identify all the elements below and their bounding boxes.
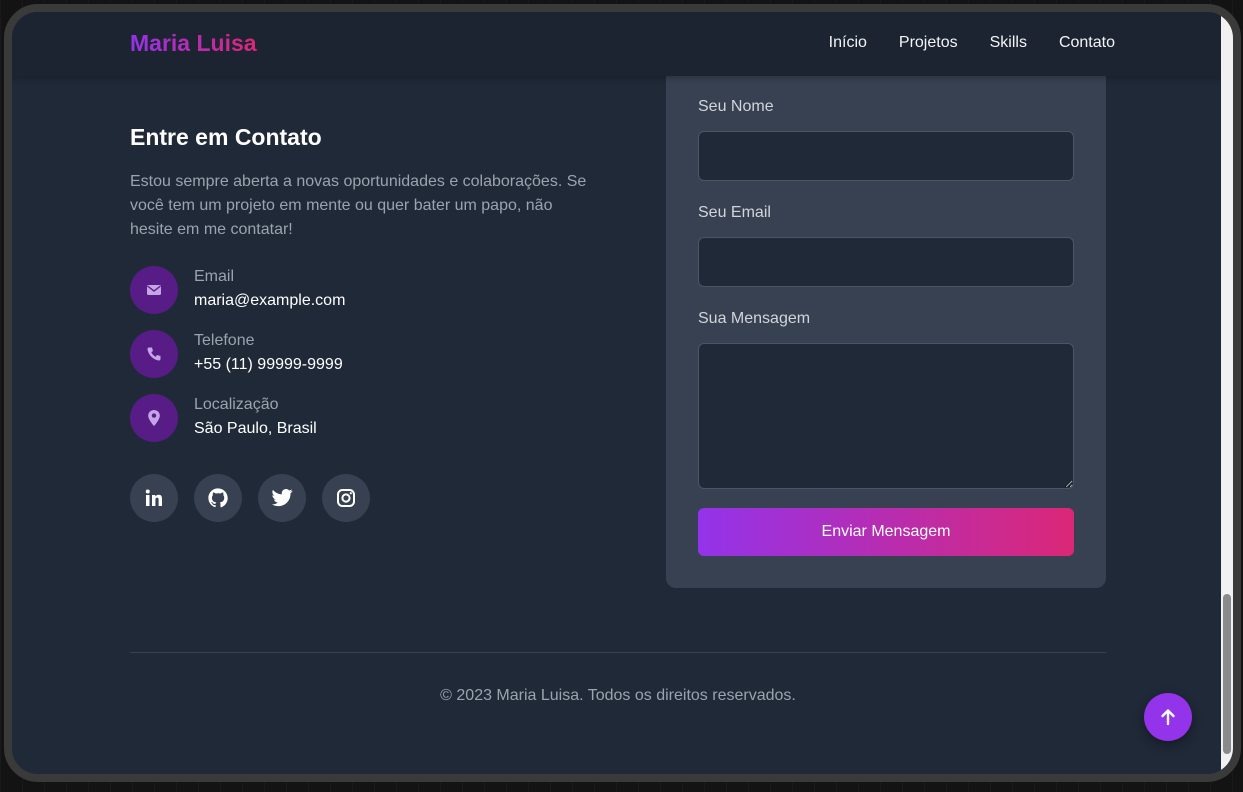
back-to-top-button[interactable] [1144, 693, 1192, 741]
contact-item-value: São Paulo, Brasil [194, 420, 317, 437]
contact-form: Seu Nome Seu Email Sua Mensagem Enviar M… [666, 52, 1106, 588]
message-field[interactable] [698, 343, 1074, 489]
github-link[interactable] [194, 474, 242, 522]
github-icon [208, 488, 228, 508]
brand-logo[interactable]: Maria Luisa [130, 30, 257, 57]
twitter-link[interactable] [258, 474, 306, 522]
footer-copyright: © 2023 Maria Luisa. Todos os direitos re… [440, 687, 796, 704]
name-label: Seu Nome [698, 98, 774, 115]
contact-item-location: Localização São Paulo, Brasil [130, 394, 530, 442]
page-scrollbar[interactable] [1221, 12, 1233, 774]
name-field[interactable] [698, 131, 1074, 181]
instagram-icon [337, 489, 355, 507]
contact-item-value[interactable]: maria@example.com [194, 292, 345, 310]
contact-item-phone: Telefone +55 (11) 99999-9999 [130, 330, 530, 378]
contact-intro: Estou sempre aberta a novas oportunidade… [130, 173, 587, 238]
nav-link-projetos[interactable]: Projetos [899, 34, 958, 52]
scrollbar-thumb[interactable] [1223, 594, 1231, 754]
nav-link-contato[interactable]: Contato [1059, 34, 1115, 52]
main-nav: Início Projetos Skills Contato [829, 34, 1115, 52]
instagram-link[interactable] [322, 474, 370, 522]
email-label: Seu Email [698, 204, 771, 221]
site-header: Maria Luisa Início Projetos Skills Conta… [12, 12, 1221, 76]
page-viewport: Maria Luisa Início Projetos Skills Conta… [12, 12, 1221, 774]
twitter-icon [271, 489, 293, 507]
browser-window: Maria Luisa Início Projetos Skills Conta… [4, 4, 1241, 782]
map-pin-icon [130, 394, 178, 442]
linkedin-icon [145, 489, 162, 506]
social-links [130, 474, 370, 522]
nav-link-skills[interactable]: Skills [990, 34, 1027, 52]
contact-title: Entre em Contato [130, 124, 322, 150]
submit-button[interactable]: Enviar Mensagem [698, 508, 1074, 556]
linkedin-link[interactable] [130, 474, 178, 522]
contact-item-label: Telefone [194, 332, 255, 349]
envelope-icon [130, 266, 178, 314]
arrow-up-icon [1161, 709, 1175, 725]
contact-item-email: Email maria@example.com [130, 266, 530, 314]
contact-item-label: Localização [194, 396, 279, 413]
contact-item-value[interactable]: +55 (11) 99999-9999 [194, 356, 343, 374]
nav-link-inicio[interactable]: Início [829, 34, 867, 52]
email-field[interactable] [698, 237, 1074, 287]
phone-icon [130, 330, 178, 378]
footer-divider [130, 652, 1106, 653]
message-label: Sua Mensagem [698, 310, 811, 327]
contact-item-label: Email [194, 268, 235, 285]
